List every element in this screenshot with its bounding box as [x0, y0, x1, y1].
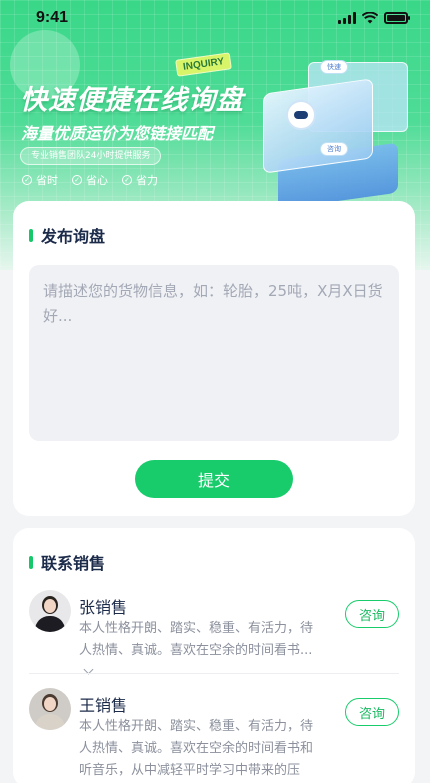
- hero-headline: 快速便捷在线询盘: [20, 85, 244, 116]
- benefit-item: ✓ 省力: [122, 172, 158, 188]
- status-bar: 9:41: [0, 0, 430, 36]
- check-circle-icon: ✓: [72, 175, 82, 185]
- contact-sales-title: 联系销售: [41, 554, 106, 573]
- sales-description: 本人性格开朗、踏实、稳重、有活力，待人热情、真诚。喜欢在空余的时间看书和听音乐，…: [79, 719, 314, 778]
- illustration-main-window: [263, 78, 373, 174]
- hero-subline: 海量优质运价为您链接匹配: [21, 124, 214, 143]
- title-accent-bar: [29, 228, 33, 242]
- status-icons: [338, 12, 410, 24]
- post-inquiry-card: 发布询盘 提交: [13, 201, 415, 516]
- status-time: 9:41: [36, 9, 69, 26]
- submit-button[interactable]: 提交: [135, 460, 293, 498]
- benefit-label: 省时: [36, 174, 58, 187]
- service-badge: 专业销售团队24小时提供服务: [20, 147, 162, 165]
- battery-icon: [384, 12, 410, 24]
- wifi-icon: [362, 12, 378, 24]
- divider: [29, 673, 399, 674]
- robot-icon: [286, 100, 316, 130]
- sales-description-text: 本人性格开朗、踏实、稳重、有活力，待人热情、真诚。喜欢在空余的时间看书...: [79, 621, 314, 658]
- contact-sales-card: 联系销售 张销售 本人性格开朗、踏实、稳重、有活力，待人热情、真诚。喜欢在空余的…: [13, 528, 415, 783]
- sales-list-item[interactable]: 张销售 本人性格开朗、踏实、稳重、有活力，待人热情、真诚。喜欢在空余的时间看书.…: [29, 590, 399, 680]
- avatar: [29, 688, 71, 730]
- post-inquiry-title: 发布询盘: [41, 227, 106, 246]
- benefit-label: 省力: [136, 174, 158, 187]
- cellular-signal-icon: [338, 12, 356, 24]
- benefit-label: 省心: [86, 174, 108, 187]
- contact-sales-header: 联系销售: [29, 550, 105, 574]
- benefit-item: ✓ 省时: [22, 172, 58, 188]
- benefit-item: ✓ 省心: [72, 172, 108, 188]
- sales-description: 本人性格开朗、踏实、稳重、有活力，待人热情、真诚。喜欢在空余的时间看书...: [79, 618, 319, 684]
- post-inquiry-header: 发布询盘: [29, 223, 105, 247]
- benefit-list: ✓ 省时 ✓ 省心 ✓ 省力: [22, 172, 158, 188]
- check-circle-icon: ✓: [22, 175, 32, 185]
- sales-name: 张销售: [79, 598, 128, 617]
- consult-button[interactable]: 咨询: [345, 600, 399, 628]
- chat-bubble: 快速: [320, 60, 348, 74]
- consult-button[interactable]: 咨询: [345, 698, 399, 726]
- inquiry-description-input[interactable]: [29, 265, 399, 441]
- chat-bubble: 咨询: [320, 142, 348, 156]
- hero-illustration: 快速 咨询: [248, 56, 423, 210]
- title-accent-bar: [29, 555, 33, 569]
- avatar: [29, 590, 71, 632]
- sales-name: 王销售: [79, 696, 128, 715]
- check-circle-icon: ✓: [122, 175, 132, 185]
- sales-list-item[interactable]: 王销售 本人性格开朗、踏实、稳重、有活力，待人热情、真诚。喜欢在空余的时间看书和…: [29, 688, 399, 783]
